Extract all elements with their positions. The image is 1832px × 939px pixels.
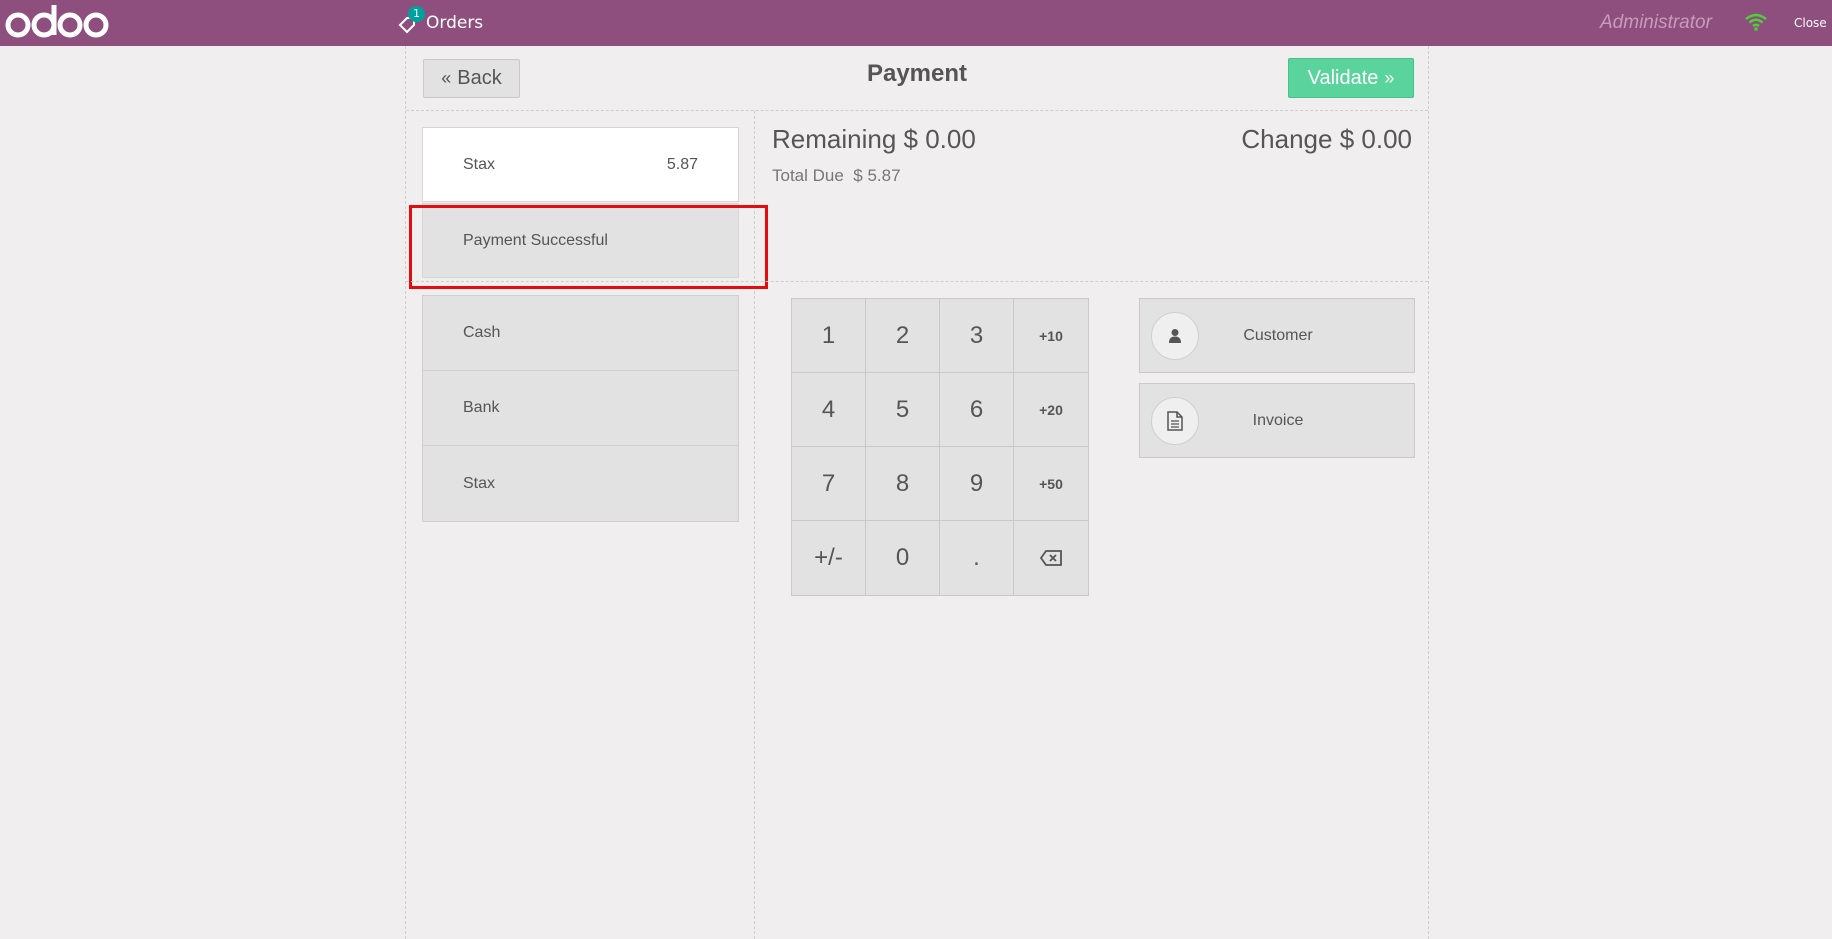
- total-due-label: Total Due: [772, 166, 844, 185]
- change-label: Change: [1241, 124, 1333, 154]
- numpad-key-3[interactable]: 3: [940, 299, 1014, 373]
- numpad-key-plus50[interactable]: +50: [1014, 447, 1088, 521]
- numpad-key-1[interactable]: 1: [792, 299, 866, 373]
- payment-line-selected[interactable]: Stax 5.87: [422, 127, 739, 202]
- close-button[interactable]: Close: [1794, 0, 1827, 46]
- orders-count-badge: 1: [408, 6, 425, 22]
- change-amount: Change $ 0.00: [1241, 124, 1412, 155]
- odoo-logo-icon: [5, 5, 109, 38]
- remaining-value: $ 0.00: [903, 124, 976, 154]
- numpad-key-4[interactable]: 4: [792, 373, 866, 447]
- total-due-value: $ 5.87: [853, 166, 901, 185]
- user-name: Administrator: [1600, 12, 1712, 33]
- numpad-key-0[interactable]: 0: [866, 521, 940, 595]
- numpad-key-plus10[interactable]: +10: [1014, 299, 1088, 373]
- numpad: 1 2 3 +10 4 5 6 +20 7 8 9 +50 +/- 0 .: [791, 298, 1089, 596]
- top-bar: 1 Orders Administrator Close: [0, 0, 1832, 46]
- customer-button[interactable]: Customer: [1139, 298, 1415, 373]
- payment-method-bank[interactable]: Bank: [423, 371, 738, 446]
- invoice-label: Invoice: [1252, 411, 1304, 429]
- validate-label: Validate: [1307, 66, 1379, 89]
- numpad-key-5[interactable]: 5: [866, 373, 940, 447]
- backspace-icon: [1040, 550, 1062, 566]
- remaining-amount: Remaining $ 0.00: [772, 124, 976, 155]
- total-due: Total Due $ 5.87: [772, 166, 901, 186]
- numpad-key-9[interactable]: 9: [940, 447, 1014, 521]
- remaining-label: Remaining: [772, 124, 897, 154]
- numpad-key-plus-minus[interactable]: +/-: [792, 521, 866, 595]
- numpad-key-decimal[interactable]: .: [940, 521, 1014, 595]
- ticket-icon: 1: [398, 6, 425, 34]
- payment-line-amount: 5.87: [666, 155, 698, 173]
- payment-status-line: Payment Successful: [422, 203, 739, 278]
- customer-label: Customer: [1243, 326, 1313, 344]
- numpad-key-2[interactable]: 2: [866, 299, 940, 373]
- validate-button[interactable]: Validate »: [1288, 58, 1414, 98]
- orders-button[interactable]: 1 Orders: [398, 0, 483, 46]
- wifi-icon: [1744, 12, 1768, 32]
- numpad-key-plus20[interactable]: +20: [1014, 373, 1088, 447]
- payment-method-cash[interactable]: Cash: [423, 296, 738, 371]
- numpad-key-7[interactable]: 7: [792, 447, 866, 521]
- payment-screen: « Back Payment Validate » Stax 5.87 Paym…: [405, 46, 1429, 939]
- page-title: Payment: [866, 60, 968, 87]
- numpad-key-6[interactable]: 6: [940, 373, 1014, 447]
- column-divider: [754, 111, 755, 939]
- double-chevron-right-icon: »: [1384, 67, 1395, 88]
- numpad-key-backspace[interactable]: [1014, 521, 1088, 595]
- change-value: $ 0.00: [1339, 124, 1412, 154]
- section-divider: [406, 281, 1428, 282]
- invoice-button[interactable]: Invoice: [1139, 383, 1415, 458]
- odoo-logo: [4, 3, 116, 43]
- numpad-key-8[interactable]: 8: [866, 447, 940, 521]
- payment-line-method: Stax: [463, 155, 496, 173]
- payment-methods: Cash Bank Stax: [422, 295, 739, 522]
- payment-status-text: Payment Successful: [463, 231, 608, 249]
- payment-header: « Back Payment Validate »: [406, 46, 1428, 111]
- orders-label: Orders: [426, 13, 484, 33]
- payment-method-stax[interactable]: Stax: [423, 446, 738, 521]
